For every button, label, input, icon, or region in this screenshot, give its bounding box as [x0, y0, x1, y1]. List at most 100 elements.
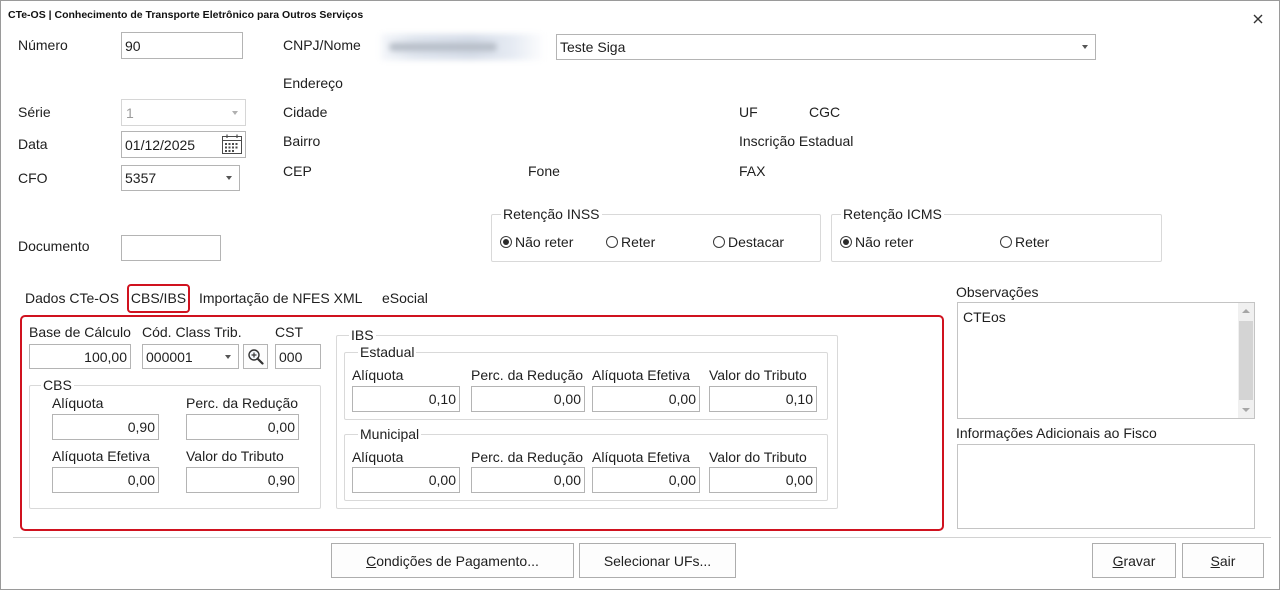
icms-option-reter[interactable]: Reter: [1000, 234, 1049, 250]
base-calculo-label: Base de Cálculo: [29, 324, 131, 340]
cbs-aliquota-input[interactable]: 0,90: [52, 414, 159, 440]
estadual-aliquota-input[interactable]: 0,10: [352, 386, 460, 412]
estadual-aliquota-efetiva-label: Alíquota Efetiva: [592, 367, 691, 383]
tab-cbs-ibs[interactable]: CBS/IBS: [127, 284, 190, 313]
nome-select[interactable]: Teste Siga: [556, 34, 1096, 60]
inss-option-destacar[interactable]: Destacar: [713, 234, 784, 250]
info-fisco-textarea[interactable]: [957, 444, 1255, 529]
info-fisco-label: Informações Adicionais ao Fisco: [956, 425, 1157, 441]
estadual-valor-tributo-input[interactable]: 0,10: [709, 386, 817, 412]
uf-label: UF: [739, 104, 758, 120]
gravar-button[interactable]: Gravar: [1092, 543, 1176, 578]
chevron-down-icon[interactable]: [225, 354, 231, 359]
cbs-aliquota-label: Alíquota: [52, 395, 104, 411]
radio-icon[interactable]: [840, 236, 852, 248]
cbs-valor-tributo-input[interactable]: 0,90: [186, 467, 299, 493]
documento-label: Documento: [18, 238, 90, 254]
cbs-ibs-panel: Base de Cálculo 100,00 Cód. Class Trib. …: [20, 315, 944, 531]
ibs-title: IBS: [349, 327, 376, 343]
cbs-group: CBS Alíquota 0,90 Perc. da Redução 0,00 …: [29, 377, 321, 509]
base-calculo-input[interactable]: 100,00: [29, 344, 131, 369]
search-icon: [248, 349, 264, 365]
fax-label: FAX: [739, 163, 766, 179]
ibs-estadual-title: Estadual: [358, 344, 417, 360]
data-label: Data: [18, 136, 48, 152]
cod-class-trib-label: Cód. Class Trib.: [142, 324, 242, 340]
data-input[interactable]: 01/12/2025: [121, 131, 246, 158]
cnpj-field-redacted[interactable]: [381, 34, 546, 60]
ibs-municipal-title: Municipal: [358, 426, 422, 442]
cidade-label: Cidade: [283, 104, 328, 120]
inss-option-reter[interactable]: Reter: [606, 234, 655, 250]
estadual-perc-reducao-input[interactable]: 0,00: [471, 386, 585, 412]
bairro-label: Bairro: [283, 133, 321, 149]
radio-icon[interactable]: [606, 236, 618, 248]
municipal-perc-reducao-label: Perc. da Redução: [471, 449, 584, 465]
endereco-label: Endereço: [283, 75, 343, 91]
cbs-valor-tributo-label: Valor do Tributo: [186, 448, 284, 464]
inss-option-nao-reter[interactable]: Não reter: [500, 234, 573, 250]
close-icon[interactable]: [1253, 11, 1263, 24]
tab-dados-cte-os[interactable]: Dados CTe-OS: [25, 290, 119, 306]
cod-class-trib-select[interactable]: 000001: [142, 344, 239, 369]
tab-esocial[interactable]: eSocial: [382, 290, 428, 306]
condicoes-pagamento-label: Condições de Pagamento...: [366, 552, 539, 569]
retencao-inss-title: Retenção INSS: [501, 206, 602, 222]
observacoes-scrollbar[interactable]: [1238, 303, 1254, 418]
tab-importacao-nfes-xml[interactable]: Importação de NFES XML: [199, 290, 362, 306]
window-title: CTe-OS | Conhecimento de Transporte Elet…: [8, 9, 364, 21]
ibs-estadual-group: Estadual Alíquota 0,10 Perc. da Redução …: [344, 344, 828, 420]
radio-icon[interactable]: [500, 236, 512, 248]
radio-icon[interactable]: [1000, 236, 1012, 248]
serie-select: 1: [121, 99, 246, 126]
retencao-icms-group: Retenção ICMS Não reter Reter: [831, 206, 1162, 262]
search-button[interactable]: [243, 344, 268, 369]
numero-input[interactable]: 90: [121, 32, 243, 59]
cep-label: CEP: [283, 163, 312, 179]
municipal-perc-reducao-input[interactable]: 0,00: [471, 467, 585, 493]
chevron-down-icon: [232, 110, 238, 115]
fone-label: Fone: [528, 163, 560, 179]
numero-label: Número: [18, 37, 68, 53]
observacoes-textarea[interactable]: CTEos: [957, 302, 1255, 419]
scroll-down-icon[interactable]: [1242, 408, 1250, 412]
cfo-label: CFO: [18, 170, 48, 186]
municipal-valor-tributo-label: Valor do Tributo: [709, 449, 807, 465]
radio-label: Reter: [1015, 234, 1050, 250]
cod-class-trib-value: 000001: [146, 348, 193, 365]
condicoes-pagamento-button[interactable]: Condições de Pagamento...: [331, 543, 574, 578]
footer-divider: [13, 537, 1271, 538]
estadual-perc-reducao-label: Perc. da Redução: [471, 367, 584, 383]
cst-input[interactable]: 000: [275, 344, 321, 369]
cfo-select[interactable]: 5357: [121, 165, 240, 191]
municipal-aliquota-input[interactable]: 0,00: [352, 467, 460, 493]
cbs-aliquota-efetiva-label: Alíquota Efetiva: [52, 448, 151, 464]
ibs-municipal-group: Municipal Alíquota 0,00 Perc. da Redução…: [344, 426, 828, 501]
cbs-aliquota-efetiva-input[interactable]: 0,00: [52, 467, 159, 493]
scrollbar-thumb[interactable]: [1239, 321, 1253, 400]
window: CTe-OS | Conhecimento de Transporte Elet…: [0, 0, 1280, 590]
icms-option-nao-reter[interactable]: Não reter: [840, 234, 913, 250]
scroll-up-icon[interactable]: [1242, 309, 1250, 313]
cst-label: CST: [275, 324, 303, 340]
radio-label: Não reter: [515, 234, 574, 250]
radio-icon[interactable]: [713, 236, 725, 248]
retencao-inss-group: Retenção INSS Não reter Reter Destacar: [491, 206, 821, 262]
municipal-valor-tributo-input[interactable]: 0,00: [709, 467, 817, 493]
cnpj-nome-label: CNPJ/Nome: [283, 37, 361, 53]
ibs-group: IBS Estadual Alíquota 0,10 Perc. da Redu…: [336, 327, 838, 509]
radio-label: Reter: [621, 234, 656, 250]
municipal-aliquota-efetiva-input[interactable]: 0,00: [592, 467, 700, 493]
cbs-perc-reducao-input[interactable]: 0,00: [186, 414, 299, 440]
estadual-valor-tributo-label: Valor do Tributo: [709, 367, 807, 383]
chevron-down-icon[interactable]: [226, 176, 232, 180]
selecionar-ufs-button[interactable]: Selecionar UFs...: [579, 543, 736, 578]
sair-button[interactable]: Sair: [1182, 543, 1264, 578]
cfo-value: 5357: [125, 170, 157, 186]
sair-label: Sair: [1210, 552, 1236, 569]
calendar-icon[interactable]: [221, 134, 243, 155]
radio-label: Não reter: [855, 234, 914, 250]
estadual-aliquota-efetiva-input[interactable]: 0,00: [592, 386, 700, 412]
documento-input[interactable]: [121, 235, 221, 261]
chevron-down-icon[interactable]: [1082, 45, 1088, 49]
